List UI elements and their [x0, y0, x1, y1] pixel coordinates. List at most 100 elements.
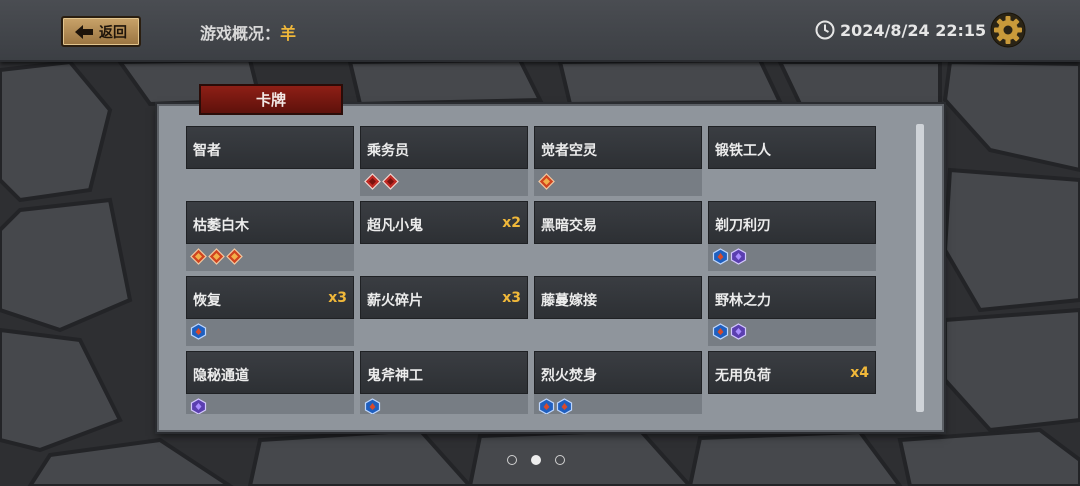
card-header: 剃刀利刃	[708, 201, 876, 244]
card-item[interactable]: 恢复 x3	[186, 276, 354, 346]
card-name: 乘务员	[367, 143, 409, 159]
card-item[interactable]: 智者	[186, 126, 354, 196]
blue-hex-icon	[712, 248, 729, 265]
card-item[interactable]: 无用负荷 x4	[708, 351, 876, 414]
card-badges	[190, 398, 207, 414]
blue-hex-icon	[538, 398, 555, 414]
purple-hex-icon	[730, 323, 747, 340]
card-count: x3	[502, 290, 521, 306]
settings-gear-icon[interactable]	[990, 12, 1026, 48]
card-header: 恢复 x3	[186, 276, 354, 319]
card-header: 野林之力	[708, 276, 876, 319]
card-name: 锻铁工人	[715, 143, 771, 159]
purple-hex-icon	[730, 248, 747, 265]
blue-hex-icon	[364, 398, 381, 414]
card-footer	[534, 394, 702, 414]
card-item[interactable]: 野林之力	[708, 276, 876, 346]
card-badges	[364, 173, 399, 190]
card-badges	[538, 173, 555, 190]
card-header: 智者	[186, 126, 354, 169]
purple-hex-icon	[190, 398, 207, 414]
blue-hex-icon	[712, 323, 729, 340]
datetime-display: 2024/8/24 22:15	[815, 20, 986, 40]
arrow-left-icon	[75, 24, 93, 39]
card-header: 薪火碎片 x3	[360, 276, 528, 319]
card-footer	[186, 394, 354, 414]
card-footer	[708, 319, 876, 346]
card-header: 乘务员	[360, 126, 528, 169]
card-header: 锻铁工人	[708, 126, 876, 169]
card-item[interactable]: 薪火碎片 x3	[360, 276, 528, 346]
back-button-label: 返回	[99, 24, 127, 41]
blue-hex-icon	[190, 323, 207, 340]
card-footer	[708, 244, 876, 271]
card-item[interactable]: 锻铁工人	[708, 126, 876, 196]
card-name: 剃刀利刃	[715, 218, 771, 234]
card-badges	[712, 248, 747, 265]
orange-diamond-icon	[190, 248, 207, 265]
scrollbar[interactable]	[916, 124, 924, 412]
card-grid: 智者 乘务员 觉者空灵 锻铁工人枯萎白木 超凡小鬼 x2 黑暗交易 剃刀利刃恢复 x3 薪火碎片 x…	[183, 124, 913, 414]
card-count: x2	[502, 215, 521, 231]
page-title: 游戏概况：羊	[200, 20, 296, 44]
orange-diamond-icon	[538, 173, 555, 190]
card-footer	[186, 319, 354, 346]
card-badges	[712, 323, 747, 340]
card-header: 鬼斧神工	[360, 351, 528, 394]
cards-panel: 智者 乘务员 觉者空灵 锻铁工人枯萎白木 超凡小鬼 x2 黑暗交易 剃刀利刃恢复 x3 薪火碎片 x…	[157, 104, 944, 432]
card-name: 烈火焚身	[541, 368, 597, 384]
page-dot[interactable]	[507, 455, 517, 465]
card-name: 藤蔓嫁接	[541, 293, 597, 309]
card-item[interactable]: 乘务员	[360, 126, 528, 196]
card-header: 觉者空灵	[534, 126, 702, 169]
card-name: 野林之力	[715, 293, 771, 309]
card-footer	[186, 244, 354, 271]
card-name: 黑暗交易	[541, 218, 597, 234]
page-dot[interactable]	[531, 455, 541, 465]
page-dot[interactable]	[555, 455, 565, 465]
blue-hex-icon	[556, 398, 573, 414]
card-name: 薪火碎片	[367, 293, 423, 309]
page-title-value: 羊	[280, 24, 297, 43]
card-badges	[190, 323, 207, 340]
back-button[interactable]: 返回	[61, 16, 141, 47]
card-header: 隐秘通道	[186, 351, 354, 394]
orange-diamond-icon	[226, 248, 243, 265]
card-item[interactable]: 隐秘通道	[186, 351, 354, 414]
card-item[interactable]: 烈火焚身	[534, 351, 702, 414]
card-header: 超凡小鬼 x2	[360, 201, 528, 244]
card-header: 枯萎白木	[186, 201, 354, 244]
card-badges	[190, 248, 243, 265]
card-count: x3	[328, 290, 347, 306]
card-item[interactable]: 藤蔓嫁接	[534, 276, 702, 346]
card-badges	[538, 398, 573, 414]
card-item[interactable]: 剃刀利刃	[708, 201, 876, 271]
red-diamond-icon	[382, 173, 399, 190]
card-header: 烈火焚身	[534, 351, 702, 394]
card-header: 黑暗交易	[534, 201, 702, 244]
card-footer	[360, 394, 528, 414]
card-name: 枯萎白木	[193, 218, 249, 234]
page-title-prefix: 游戏概况：	[200, 24, 281, 43]
card-item[interactable]: 超凡小鬼 x2	[360, 201, 528, 271]
card-name: 无用负荷	[715, 368, 771, 384]
card-header: 无用负荷 x4	[708, 351, 876, 394]
card-name: 隐秘通道	[193, 368, 249, 384]
card-count: x4	[850, 365, 869, 381]
card-item[interactable]: 枯萎白木	[186, 201, 354, 271]
card-item[interactable]: 黑暗交易	[534, 201, 702, 271]
clock-icon	[815, 20, 835, 40]
card-badges	[364, 398, 381, 414]
card-header: 藤蔓嫁接	[534, 276, 702, 319]
card-item[interactable]: 觉者空灵	[534, 126, 702, 196]
card-name: 鬼斧神工	[367, 368, 423, 384]
red-diamond-icon	[364, 173, 381, 190]
scrollbar-thumb[interactable]	[916, 124, 924, 412]
card-name: 恢复	[193, 293, 221, 309]
page-indicator	[507, 455, 565, 465]
card-item[interactable]: 鬼斧神工	[360, 351, 528, 414]
card-name: 觉者空灵	[541, 143, 597, 159]
datetime-text: 2024/8/24 22:15	[840, 20, 987, 40]
tab-cards[interactable]: 卡牌	[199, 84, 343, 115]
card-footer	[534, 169, 702, 196]
